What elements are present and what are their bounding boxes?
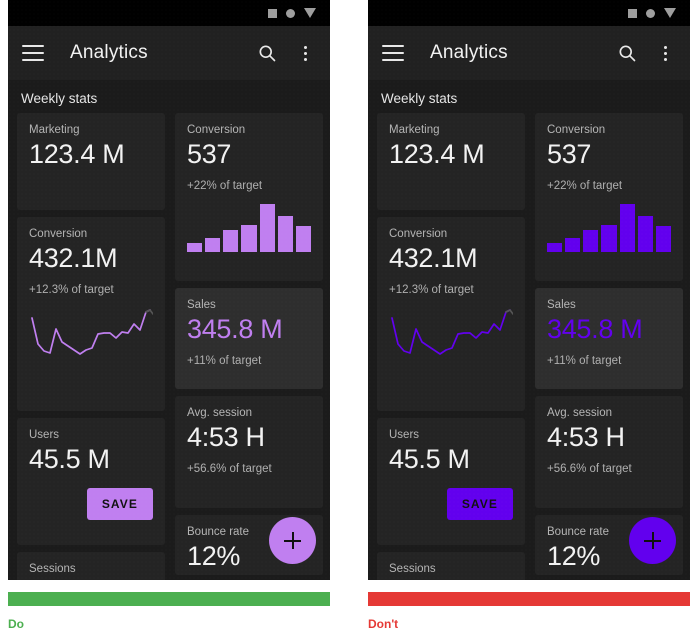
card-avg-session[interactable]: Avg. session 4:53 H +56.6% of target (175, 396, 323, 508)
content-area: Weekly stats Marketing 123.4 M Conversio… (8, 80, 330, 580)
status-bar (368, 0, 690, 26)
search-icon[interactable] (256, 42, 278, 64)
verdict-bar (368, 592, 690, 606)
circle-icon (286, 8, 295, 18)
plus-icon (644, 532, 661, 549)
add-fab-button[interactable] (629, 517, 676, 564)
card-value: 432.1M (29, 243, 118, 273)
grid-column-right: Conversion 537 +22% of target Sales 345.… (175, 113, 323, 580)
grid-column-left: Marketing 123.4 M Conversion 432.1M +12.… (17, 113, 165, 580)
verdict-label: Do (8, 617, 24, 631)
grid-column-left: Marketing 123.4 M Conversion 432.1M +12.… (377, 113, 525, 580)
card-users[interactable]: Users 45.5 M SAVE (377, 418, 525, 545)
card-sessions[interactable]: Sessions 23,242 (377, 552, 525, 580)
section-title: Weekly stats (21, 91, 98, 106)
card-value: 432.1M (389, 243, 478, 273)
card-label: Sales (547, 299, 576, 311)
circle-icon (646, 8, 655, 18)
comparison-stage: Analytics Weekly stats Marketing 123.4 M… (0, 0, 698, 640)
section-title: Weekly stats (381, 91, 458, 106)
grid-column-right: Conversion 537 +22% of target Sales 345.… (535, 113, 683, 580)
card-marketing[interactable]: Marketing 123.4 M (17, 113, 165, 210)
conversion-sparkline-chart (391, 309, 513, 355)
page-title: Analytics (430, 42, 508, 63)
app-bar-actions (616, 42, 676, 64)
card-value: 537 (187, 139, 232, 169)
card-label: Users (29, 429, 60, 441)
more-vertical-icon[interactable] (294, 42, 316, 64)
card-label: Marketing (29, 124, 80, 136)
save-button[interactable]: SAVE (86, 487, 153, 520)
card-sales[interactable]: Sales 345.8 M +11% of target (535, 288, 683, 389)
hamburger-menu-icon[interactable] (22, 45, 44, 61)
card-label: Sessions (29, 563, 76, 575)
card-subtext: +11% of target (547, 354, 622, 367)
app-bar-actions (256, 42, 316, 64)
app-bar: Analytics (368, 26, 690, 80)
card-value: 23,242 (29, 577, 153, 580)
card-label: Marketing (389, 124, 440, 136)
hamburger-menu-icon[interactable] (382, 45, 404, 61)
search-icon[interactable] (616, 42, 638, 64)
triangle-down-icon (664, 8, 676, 18)
card-conversion-large[interactable]: Conversion 432.1M +12.3% of target (17, 217, 165, 411)
verdict-bar (8, 592, 330, 606)
phone-mockup: Analytics Weekly stats Marketing 123.4 M… (8, 0, 330, 580)
card-value: 45.5 M (29, 444, 110, 474)
save-row: SAVE (29, 487, 153, 520)
panel-dont: Analytics Weekly stats Marketing 123.4 M… (368, 0, 698, 640)
card-users[interactable]: Users 45.5 M SAVE (17, 418, 165, 545)
card-subtext: +22% of target (187, 179, 263, 192)
card-subtext: +56.6% of target (547, 462, 632, 475)
plus-icon (284, 532, 301, 549)
card-label: Avg. session (547, 407, 612, 419)
card-conversion-small[interactable]: Conversion 537 +22% of target (175, 113, 323, 281)
content-area: Weekly stats Marketing 123.4 M Conversio… (368, 80, 690, 580)
card-conversion-small[interactable]: Conversion 537 +22% of target (535, 113, 683, 281)
save-row: SAVE (389, 487, 513, 520)
card-label: Conversion (29, 228, 88, 240)
add-fab-button[interactable] (269, 517, 316, 564)
card-value: 4:53 H (187, 422, 265, 452)
status-bar (8, 0, 330, 26)
card-label: Users (389, 429, 420, 441)
card-sessions[interactable]: Sessions 23,242 (17, 552, 165, 580)
panel-do: Analytics Weekly stats Marketing 123.4 M… (8, 0, 340, 640)
phone-mockup: Analytics Weekly stats Marketing 123.4 M… (368, 0, 690, 580)
triangle-down-icon (304, 8, 316, 18)
card-subtext: +12.3% of target (29, 283, 114, 296)
app-bar: Analytics (8, 26, 330, 80)
square-icon (628, 8, 637, 18)
card-subtext: +22% of target (547, 179, 623, 192)
card-value: 123.4 M (389, 139, 485, 169)
square-icon (268, 8, 277, 18)
card-value: 45.5 M (389, 444, 470, 474)
card-label: Sales (187, 299, 216, 311)
card-label: Conversion (389, 228, 448, 240)
card-value: 537 (547, 139, 592, 169)
card-value: 123.4 M (29, 139, 125, 169)
card-label: Conversion (187, 124, 246, 136)
card-label: Avg. session (187, 407, 252, 419)
card-subtext: +12.3% of target (389, 283, 474, 296)
card-conversion-large[interactable]: Conversion 432.1M +12.3% of target (377, 217, 525, 411)
verdict-label: Don't (368, 617, 399, 631)
card-subtext: +56.6% of target (187, 462, 272, 475)
card-sales[interactable]: Sales 345.8 M +11% of target (175, 288, 323, 389)
page-title: Analytics (70, 42, 148, 63)
card-value: 345.8 M (187, 314, 283, 344)
card-label: Sessions (389, 563, 436, 575)
card-value: 345.8 M (547, 314, 643, 344)
conversion-bar-chart (547, 203, 671, 252)
card-subtext: +11% of target (187, 354, 262, 367)
conversion-sparkline-chart (31, 309, 153, 355)
conversion-bar-chart (187, 203, 311, 252)
card-avg-session[interactable]: Avg. session 4:53 H +56.6% of target (535, 396, 683, 508)
card-value: 23,242 (389, 577, 513, 580)
card-value: 4:53 H (547, 422, 625, 452)
more-vertical-icon[interactable] (654, 42, 676, 64)
card-label: Conversion (547, 124, 606, 136)
save-button[interactable]: SAVE (446, 487, 513, 520)
card-marketing[interactable]: Marketing 123.4 M (377, 113, 525, 210)
